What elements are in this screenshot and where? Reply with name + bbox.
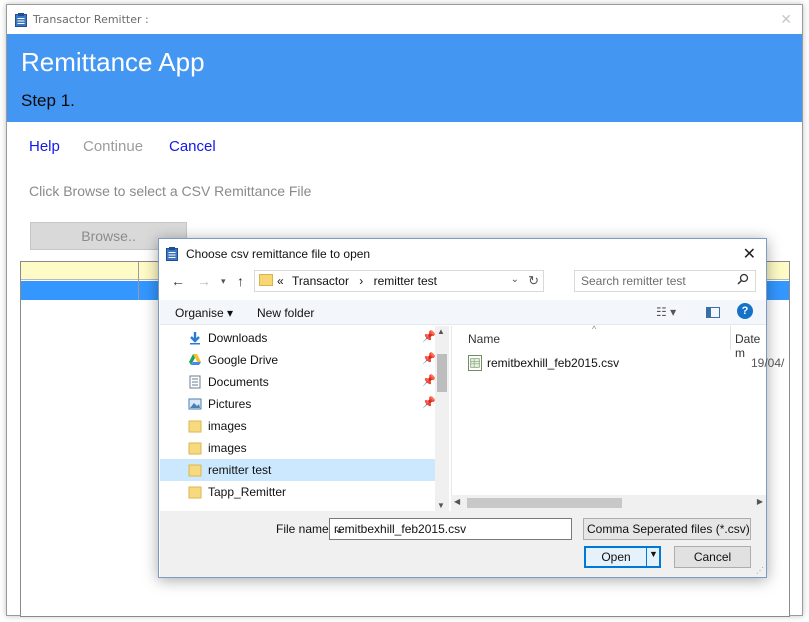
- nav-item-label: Google Drive: [208, 353, 279, 367]
- navigation-pane: Downloads 📌 Google Drive 📌 Documents 📌 P…: [160, 326, 450, 511]
- pin-icon: 📌: [422, 397, 436, 409]
- scroll-thumb[interactable]: [437, 354, 447, 392]
- column-header-name[interactable]: Name: [468, 332, 500, 346]
- file-row[interactable]: remitbexhill_feb2015.csv 19/04/: [468, 354, 784, 374]
- dialog-footer: File name: remitbexhill_feb2015.csv ⌄ Co…: [160, 511, 766, 577]
- address-folder-icon: [259, 274, 273, 286]
- open-file-dialog: Choose csv remittance file to open ✕ ← →…: [158, 238, 784, 578]
- address-dropdown-icon[interactable]: ⌄: [511, 274, 519, 285]
- nav-item-label: Pictures: [208, 397, 252, 411]
- window-close-icon[interactable]: ✕: [780, 12, 792, 28]
- preview-pane-icon[interactable]: [706, 307, 720, 318]
- cancel-link[interactable]: Cancel: [169, 138, 216, 155]
- csv-file-icon: [468, 355, 482, 371]
- refresh-icon[interactable]: ↻: [528, 273, 539, 289]
- cancel-button[interactable]: Cancel: [674, 546, 751, 568]
- navigation-scrollbar[interactable]: ▲ ▼: [435, 326, 449, 511]
- folder-icon: [188, 464, 202, 477]
- file-type-select[interactable]: Comma Seperated files (*.csv): [583, 518, 751, 540]
- file-type-value: Comma Seperated files (*.csv): [587, 522, 750, 536]
- resize-grip-icon[interactable]: ⋰: [756, 566, 764, 575]
- file-list-pane: ^ Name Date m remitbexhill_feb2015.csv 1…: [451, 324, 784, 511]
- search-input[interactable]: Search remitter test: [581, 274, 686, 288]
- address-segment-transactor[interactable]: Transactor: [292, 274, 349, 288]
- up-arrow-icon[interactable]: ↑: [237, 273, 244, 289]
- folder-icon: [188, 486, 202, 499]
- nav-item-images[interactable]: images: [160, 415, 435, 437]
- column-divider[interactable]: [730, 326, 731, 350]
- file-name: remitbexhill_feb2015.csv: [487, 356, 620, 370]
- nav-item-label: remitter test: [208, 463, 272, 477]
- forward-arrow-icon[interactable]: →: [197, 273, 211, 289]
- nav-item-images-2[interactable]: images: [160, 437, 435, 459]
- file-date: 19/04/: [751, 356, 785, 370]
- address-prefix: «: [277, 274, 284, 288]
- open-split-divider: [646, 548, 647, 566]
- scroll-right-icon[interactable]: ▶: [757, 497, 763, 506]
- file-name-label: File name:: [276, 522, 333, 536]
- address-segment-remitter-test[interactable]: remitter test: [374, 274, 437, 288]
- file-list-scrollbar[interactable]: ◀ ▶: [451, 495, 766, 511]
- download-icon: [190, 332, 200, 345]
- nav-item-label: images: [208, 419, 247, 433]
- nav-item-label: Downloads: [208, 331, 268, 345]
- back-arrow-icon[interactable]: ←: [171, 273, 185, 289]
- horizontal-scroll-thumb[interactable]: [467, 498, 622, 508]
- app-title: Remittance App: [21, 47, 205, 77]
- scroll-down-icon[interactable]: ▼: [437, 501, 445, 510]
- scroll-left-icon[interactable]: ◀: [454, 497, 460, 506]
- pin-icon: 📌: [422, 331, 436, 343]
- nav-item-tapp-remitter[interactable]: Tapp_Remitter: [160, 481, 435, 503]
- app-header: Remittance App Step 1.: [7, 34, 802, 122]
- nav-item-documents[interactable]: Documents 📌: [160, 371, 436, 393]
- file-name-dropdown-icon[interactable]: ⌄: [334, 522, 566, 536]
- view-options-icon[interactable]: ☷ ▾: [656, 305, 676, 319]
- google-drive-icon: [189, 354, 201, 365]
- grid-column-divider: [138, 262, 139, 300]
- pin-icon: 📌: [422, 353, 436, 365]
- dialog-title: Choose csv remittance file to open: [186, 247, 371, 261]
- help-link[interactable]: Help: [29, 138, 60, 155]
- open-dropdown-icon[interactable]: ▼: [649, 549, 658, 559]
- sort-ascending-icon: ^: [592, 324, 597, 334]
- app-icon: [15, 13, 27, 27]
- nav-item-downloads[interactable]: Downloads 📌: [160, 327, 436, 349]
- search-box[interactable]: Search remitter test: [574, 270, 756, 292]
- organise-button[interactable]: Organise ▾: [175, 306, 233, 320]
- nav-item-label: images: [208, 441, 247, 455]
- pin-icon: 📌: [422, 375, 436, 387]
- search-icon[interactable]: [737, 273, 749, 285]
- address-path: « Transactor › remitter test: [277, 274, 437, 288]
- nav-item-pictures[interactable]: Pictures 📌: [160, 393, 436, 415]
- open-button-label: Open: [601, 550, 631, 564]
- title-bar: Transactor Remitter : ✕: [7, 5, 802, 34]
- folder-icon: [188, 420, 202, 433]
- step-label: Step 1.: [21, 91, 75, 110]
- new-folder-button[interactable]: New folder: [257, 306, 314, 320]
- instruction-text: Click Browse to select a CSV Remittance …: [29, 183, 312, 199]
- dialog-close-icon[interactable]: ✕: [743, 244, 756, 264]
- open-button[interactable]: Open ▼: [584, 546, 661, 568]
- folder-icon: [188, 442, 202, 455]
- documents-icon: [189, 375, 201, 389]
- nav-item-label: Tapp_Remitter: [208, 485, 287, 499]
- nav-item-remitter-test[interactable]: remitter test: [160, 459, 435, 481]
- help-icon[interactable]: ?: [737, 303, 753, 319]
- dialog-toolbar: Organise ▾ New folder ☷ ▾ ?: [160, 300, 766, 325]
- dialog-app-icon: [166, 247, 178, 261]
- address-bar[interactable]: « Transactor › remitter test ⌄ ↻: [254, 270, 544, 292]
- window-title: Transactor Remitter :: [33, 13, 149, 26]
- address-separator: ›: [359, 274, 364, 288]
- file-name-field[interactable]: remitbexhill_feb2015.csv ⌄: [329, 518, 572, 540]
- scroll-up-icon[interactable]: ▲: [437, 327, 445, 336]
- pictures-icon: [188, 398, 202, 410]
- continue-link: Continue: [83, 138, 144, 155]
- recent-dropdown-icon[interactable]: ▾: [221, 276, 226, 287]
- nav-item-label: Documents: [208, 375, 269, 389]
- nav-item-google-drive[interactable]: Google Drive 📌: [160, 349, 436, 371]
